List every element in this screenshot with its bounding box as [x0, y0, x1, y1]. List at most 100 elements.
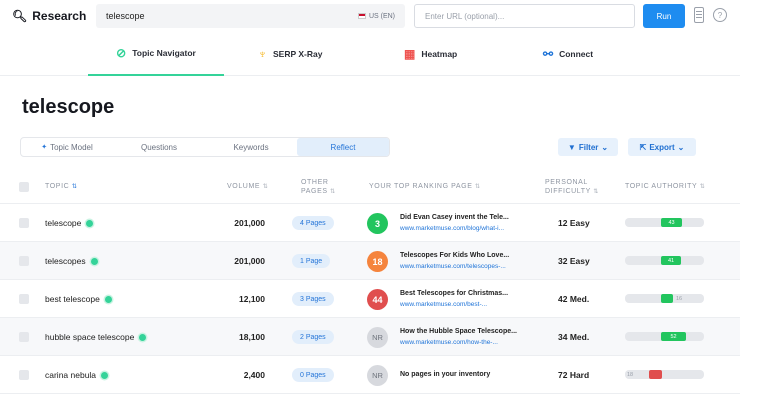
difficulty-cell: 72 Hard	[558, 370, 590, 380]
ranking-page-url[interactable]: www.marketmuse.com/blog/what-i...	[400, 225, 504, 232]
filter-label: Filter	[578, 142, 599, 152]
compass-icon: ⊘	[116, 46, 127, 60]
status-dot-icon	[86, 219, 94, 227]
authority-fill: 52	[661, 332, 686, 341]
topic-label[interactable]: best telescope	[45, 294, 100, 304]
tab-heatmap[interactable]: ▦ Heatmap	[404, 32, 457, 76]
difficulty-cell: 12 Easy	[558, 218, 590, 228]
authority-bar: 43	[625, 218, 704, 227]
subtab-reflect[interactable]: Reflect	[297, 138, 389, 156]
topic-search-value[interactable]: telescope	[106, 11, 358, 21]
sort-icon: ⇅	[593, 189, 599, 195]
ranking-page-title: Did Evan Casey invent the Tele...	[400, 214, 509, 221]
col-difficulty[interactable]: PERSONAL DIFFICULTY ⇅	[545, 178, 599, 197]
col-topic[interactable]: TOPIC ⇅	[45, 183, 77, 190]
tab-label: Heatmap	[421, 49, 458, 59]
authority-bar: 41	[625, 256, 704, 265]
other-pages-pill[interactable]: 0 Pages	[292, 368, 334, 382]
subtab-questions[interactable]: Questions	[113, 138, 205, 156]
table-row[interactable]: best telescope 12,100 3 Pages 44 Best Telesc…	[0, 280, 740, 318]
topic-cell[interactable]: telescope	[45, 218, 94, 228]
brand-label: Research	[32, 9, 87, 23]
us-flag-icon	[357, 13, 366, 19]
chevron-down-icon: ⌄	[677, 142, 685, 152]
document-icon[interactable]	[694, 7, 704, 23]
status-dot-icon	[104, 295, 112, 303]
volume-cell: 201,000	[234, 218, 265, 228]
row-checkbox[interactable]	[19, 294, 29, 304]
topic-search-input[interactable]: telescope US (EN)	[96, 4, 405, 28]
authority-value: 18	[627, 371, 634, 378]
col-topic-authority[interactable]: TOPIC AUTHORITY ⇅	[625, 183, 705, 190]
table-row[interactable]: hubble space telescope 18,100 2 Pages NR How…	[0, 318, 740, 356]
sort-icon: ⇅	[262, 184, 269, 190]
filter-button[interactable]: ▼ Filter ⌄	[558, 138, 618, 156]
heatmap-icon: ▦	[404, 47, 416, 61]
ranking-page-title: Telescopes For Kids Who Love...	[400, 252, 510, 259]
xray-icon: ♆	[258, 47, 267, 61]
magnifier-icon: 🔍︎	[12, 9, 28, 23]
export-label: Export	[649, 142, 675, 152]
row-checkbox[interactable]	[19, 370, 29, 380]
authority-bar: 16	[625, 294, 704, 303]
other-pages-pill[interactable]: 2 Pages	[292, 330, 334, 344]
subtab-keywords[interactable]: Keywords	[205, 138, 297, 156]
topic-cell[interactable]: carina nebula	[45, 370, 109, 380]
row-checkbox[interactable]	[19, 256, 29, 266]
topic-cell[interactable]: telescopes	[45, 256, 98, 266]
authority-value: 16	[676, 295, 683, 302]
tab-connect[interactable]: ⚯ Connect	[543, 32, 593, 76]
run-button[interactable]: Run	[643, 4, 685, 28]
authority-fill	[649, 370, 662, 379]
ranking-page-title: Best Telescopes for Christmas...	[400, 290, 509, 297]
difficulty-cell: 42 Med.	[558, 294, 590, 304]
help-icon[interactable]: ?	[713, 8, 727, 22]
select-all-checkbox[interactable]	[19, 182, 29, 192]
locale-label: US (EN)	[368, 12, 395, 20]
table-row[interactable]: carina nebula 2,400 0 Pages NR No pages in y…	[0, 356, 740, 394]
export-button[interactable]: ⇱ Export ⌄	[628, 138, 696, 156]
authority-bar: 52	[625, 332, 704, 341]
topic-label[interactable]: telescope	[45, 218, 81, 228]
volume-cell: 201,000	[234, 256, 265, 266]
other-pages-pill[interactable]: 3 Pages	[292, 292, 334, 306]
col-ranking-page[interactable]: YOUR TOP RANKING PAGE ⇅	[369, 183, 481, 190]
locale-selector[interactable]: US (EN)	[357, 12, 395, 20]
volume-cell: 18,100	[239, 332, 265, 342]
authority-bar: 18	[625, 370, 704, 379]
table-row[interactable]: telescope 201,000 4 Pages 3 Did Evan Casey i…	[0, 204, 740, 242]
authority-value: 43	[668, 219, 675, 226]
subtab-label: Topic Model	[50, 142, 93, 152]
authority-value: 52	[670, 333, 677, 340]
row-checkbox[interactable]	[19, 332, 29, 342]
tab-label: Topic Navigator	[132, 48, 196, 58]
authority-fill	[661, 294, 673, 303]
table-row[interactable]: telescopes 201,000 1 Page 18 Telescopes For …	[0, 242, 740, 280]
brand: 🔍︎ Research	[12, 9, 86, 23]
subtab-topic-model[interactable]: ✦ Topic Model	[21, 138, 113, 156]
topic-cell[interactable]: best telescope	[45, 294, 112, 304]
tab-topic-navigator[interactable]: ⊘ Topic Navigator	[88, 32, 224, 76]
topic-label[interactable]: carina nebula	[45, 370, 96, 380]
col-volume[interactable]: VOLUME ⇅	[227, 183, 268, 190]
topic-label[interactable]: telescopes	[45, 256, 86, 266]
topic-label[interactable]: hubble space telescope	[45, 332, 134, 342]
ranking-page-url[interactable]: www.marketmuse.com/how-the-...	[400, 339, 498, 346]
main-nav: ⊘ Topic Navigator ♆ SERP X-Ray ▦ Heatmap…	[0, 32, 740, 76]
sort-icon: ⇅	[699, 184, 706, 190]
tab-serp-xray[interactable]: ♆ SERP X-Ray	[258, 32, 322, 76]
rank-badge: 3	[367, 213, 388, 234]
ranking-page-url[interactable]: www.marketmuse.com/telescopes-...	[400, 263, 506, 270]
other-pages-pill[interactable]: 4 Pages	[292, 216, 334, 230]
sort-icon: ⇅	[475, 184, 481, 190]
ranking-page-url[interactable]: www.marketmuse.com/best-...	[400, 301, 487, 308]
col-other-pages[interactable]: OTHER PAGES ⇅	[301, 178, 336, 197]
topic-cell[interactable]: hubble space telescope	[45, 332, 147, 342]
tab-label: SERP X-Ray	[273, 49, 323, 59]
other-pages-pill[interactable]: 1 Page	[292, 254, 331, 268]
export-icon: ⇱	[639, 142, 647, 152]
top-bar: 🔍︎ Research telescope US (EN) Run ?	[0, 0, 740, 32]
rank-badge: NR	[367, 365, 388, 386]
url-input[interactable]	[414, 4, 635, 28]
row-checkbox[interactable]	[19, 218, 29, 228]
